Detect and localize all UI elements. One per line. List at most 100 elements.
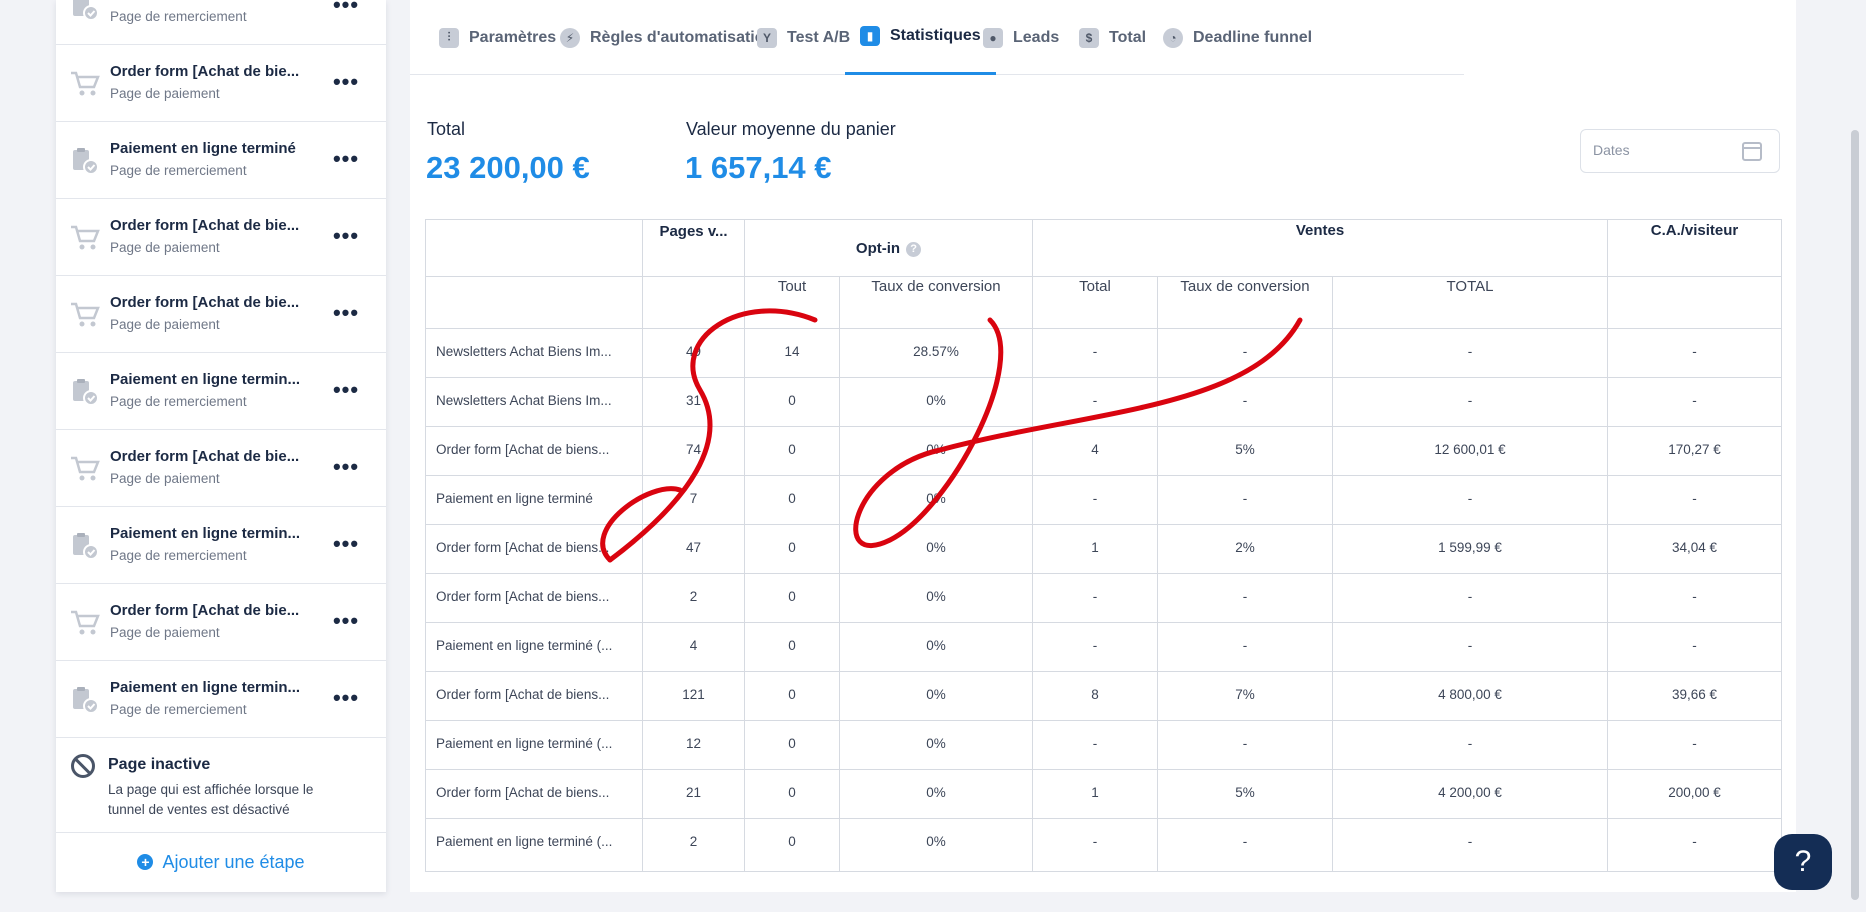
step-menu-button[interactable]: ••• bbox=[332, 144, 360, 174]
cell-ca: 170,27 € bbox=[1668, 442, 1721, 457]
step-menu-button[interactable]: ••• bbox=[332, 67, 360, 97]
step-type: Page de paiement bbox=[110, 471, 220, 486]
funnel-step[interactable]: Paiement en ligne termin... Page de remer… bbox=[56, 507, 386, 584]
table-row: Order form [Achat de biens... 47 0 0% 1 2% 1 5… bbox=[426, 524, 1781, 573]
tab-label: Paramètres bbox=[469, 28, 557, 46]
cell-sales-rate: 5% bbox=[1235, 785, 1255, 800]
block-icon bbox=[71, 754, 95, 778]
lightning-icon: ⚡ bbox=[560, 27, 580, 48]
subheader-sales-amount: TOTAL bbox=[1446, 278, 1494, 295]
cell-optin: 0 bbox=[788, 540, 796, 555]
table-row: Newsletters Achat Biens Im... 49 14 28.57% -… bbox=[426, 328, 1781, 377]
cell-name: Newsletters Achat Biens Im... bbox=[436, 344, 612, 359]
step-title: Order form [Achat de bie... bbox=[110, 294, 300, 311]
funnel-step[interactable]: Paiement en ligne termin... Page de remer… bbox=[56, 353, 386, 430]
calendar-icon[interactable] bbox=[1742, 142, 1762, 161]
step-title: Paiement en ligne termin... bbox=[110, 371, 301, 388]
cell-ca: - bbox=[1692, 638, 1697, 653]
cell-sales-rate: 2% bbox=[1235, 540, 1255, 555]
help-button[interactable]: ? bbox=[1774, 834, 1832, 890]
dates-picker[interactable] bbox=[1580, 129, 1780, 173]
cell-sales-rate: - bbox=[1242, 393, 1248, 408]
cell-name: Order form [Achat de biens... bbox=[436, 540, 610, 555]
page-scrollbar[interactable] bbox=[1851, 130, 1859, 900]
step-title: Paiement en ligne termin... bbox=[110, 525, 301, 542]
cell-ca: - bbox=[1692, 491, 1697, 506]
add-step-button[interactable]: + Ajouter une étape bbox=[56, 842, 386, 882]
cell-views: 2 bbox=[689, 589, 698, 604]
cell-sales-rate: - bbox=[1242, 736, 1248, 751]
step-menu-button[interactable]: ••• bbox=[332, 683, 360, 713]
cell-sales-rate: - bbox=[1242, 834, 1248, 849]
step-menu-button[interactable]: ••• bbox=[332, 375, 360, 405]
cell-sales-rate: - bbox=[1242, 344, 1248, 359]
inactive-page-title: Page inactive bbox=[108, 756, 211, 773]
split-icon: Y bbox=[757, 27, 777, 48]
cell-amount: 4 200,00 € bbox=[1438, 785, 1502, 800]
table-row: Paiement en ligne terminé 7 0 0% - - - - bbox=[426, 475, 1781, 524]
clipboard-check-icon bbox=[69, 531, 101, 561]
tab-test-a-b[interactable]: Y Test A/B bbox=[757, 0, 850, 75]
clipboard-check-icon bbox=[69, 0, 101, 22]
funnel-step[interactable]: Order form [Achat de bie... Page de paiem… bbox=[56, 584, 386, 661]
cell-sales: 1 bbox=[1091, 785, 1099, 800]
step-title: Order form [Achat de bie... bbox=[110, 63, 300, 80]
subheader-sales-rate: Taux de conversion bbox=[1180, 278, 1310, 295]
tab-leads[interactable]: ● Leads bbox=[983, 0, 1059, 75]
cell-ca: 200,00 € bbox=[1668, 785, 1721, 800]
cell-ca: - bbox=[1692, 344, 1697, 359]
funnel-step[interactable]: Paiement en ligne termin... Page de remer… bbox=[56, 661, 386, 738]
step-menu-button[interactable]: ••• bbox=[332, 298, 360, 328]
tab-label: Leads bbox=[1013, 28, 1060, 46]
funnel-step[interactable]: Order form [Achat de bie... Page de paiem… bbox=[56, 45, 386, 122]
cell-amount: - bbox=[1467, 589, 1473, 604]
funnel-step[interactable]: Order form [Achat de bie... Page de paiem… bbox=[56, 199, 386, 276]
cart-icon bbox=[69, 69, 101, 99]
header-optin-label: Opt-in bbox=[855, 240, 901, 257]
cell-sales: - bbox=[1092, 491, 1098, 506]
tab-deadline-funnel[interactable]: ◔ Deadline funnel bbox=[1163, 0, 1312, 75]
cart-icon bbox=[69, 454, 101, 484]
cell-optin: 14 bbox=[784, 344, 800, 359]
cell-amount: 12 600,01 € bbox=[1434, 442, 1506, 457]
step-menu-button[interactable]: ••• bbox=[332, 0, 360, 20]
cell-optin: 0 bbox=[788, 442, 796, 457]
cell-optin: 0 bbox=[788, 736, 796, 751]
cell-views: 21 bbox=[685, 785, 702, 800]
cell-optin: 0 bbox=[788, 785, 796, 800]
cell-sales: 4 bbox=[1091, 442, 1099, 457]
cell-optin-rate: 0% bbox=[926, 442, 946, 457]
table-row: Paiement en ligne terminé (... 4 0 0% - - - - bbox=[426, 622, 1781, 671]
step-type: Page de paiement bbox=[110, 86, 220, 101]
tab-r-gles-d-automatisation[interactable]: ⚡ Règles d'automatisation bbox=[560, 0, 774, 75]
cell-sales-rate: - bbox=[1242, 491, 1248, 506]
table-row: Paiement en ligne terminé (... 12 0 0% - - - - bbox=[426, 720, 1781, 769]
step-menu-button[interactable]: ••• bbox=[332, 606, 360, 636]
funnel-step[interactable]: Paiement en ligne terminé Page de remerci… bbox=[56, 122, 386, 199]
statistics-table: Pages v... Opt-in? Ventes C.A./visiteur … bbox=[425, 219, 1782, 872]
inactive-page-step[interactable]: Page inactive La page qui est affichée l… bbox=[56, 738, 386, 833]
step-title: Order form [Achat de bie... bbox=[110, 448, 300, 465]
tab-bar: ⫶ Paramètres ⚡ Règles d'automatisation Y Test… bbox=[410, 0, 1464, 75]
tab-total[interactable]: $ Total bbox=[1079, 0, 1146, 75]
step-menu-button[interactable]: ••• bbox=[332, 221, 360, 251]
step-menu-button[interactable]: ••• bbox=[332, 529, 360, 559]
help-question-icon[interactable]: ? bbox=[906, 241, 922, 257]
subheader-optin-rate: Taux de conversion bbox=[871, 278, 1001, 295]
cell-optin: 0 bbox=[788, 638, 796, 653]
cell-ca: 39,66 € bbox=[1671, 687, 1718, 702]
cell-views: 74 bbox=[685, 442, 702, 457]
cell-optin-rate: 0% bbox=[926, 736, 946, 751]
step-menu-button[interactable]: ••• bbox=[332, 452, 360, 482]
statistics-panel: ⫶ Paramètres ⚡ Règles d'automatisation Y Test… bbox=[410, 0, 1796, 892]
header-divider bbox=[426, 276, 1781, 277]
funnel-step[interactable]: Page de remerciement ••• bbox=[56, 0, 386, 45]
tab-statistiques[interactable]: ▮ Statistiques bbox=[845, 0, 996, 75]
funnel-step[interactable]: Order form [Achat de bie... Page de paiem… bbox=[56, 276, 386, 353]
cell-optin-rate: 0% bbox=[926, 687, 946, 702]
step-type: Page de remerciement bbox=[110, 394, 247, 409]
tab-param-tres[interactable]: ⫶ Paramètres bbox=[439, 0, 556, 75]
funnel-step[interactable]: Order form [Achat de bie... Page de paiem… bbox=[56, 430, 386, 507]
table-row: Order form [Achat de biens... 121 0 0% 8 7% 4 … bbox=[426, 671, 1781, 720]
dates-input[interactable] bbox=[1593, 142, 1733, 158]
